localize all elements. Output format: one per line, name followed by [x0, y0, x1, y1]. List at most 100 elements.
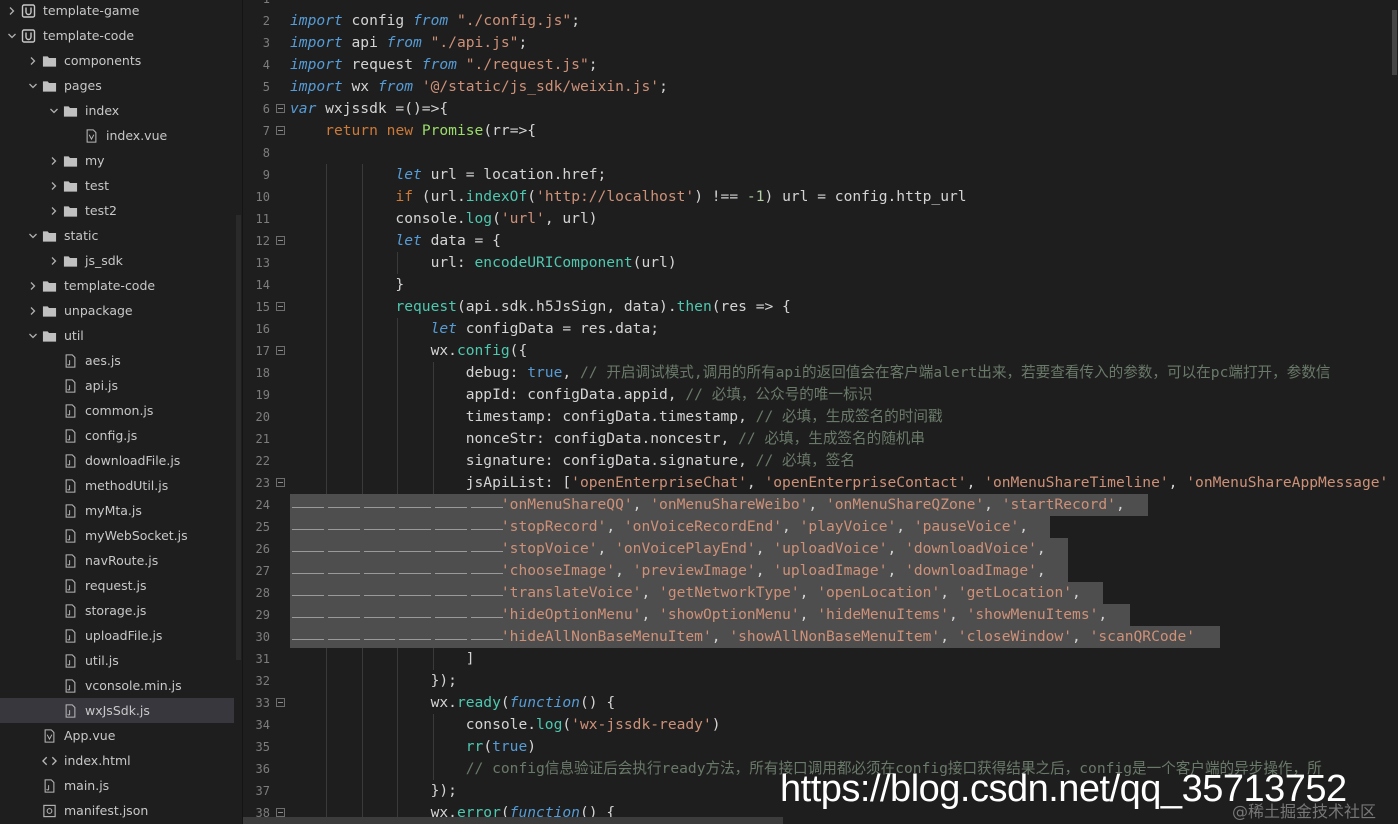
- code-line[interactable]: 28 'translateVoice', 'getNetworkType', '…: [243, 582, 1398, 604]
- tree-item[interactable]: wxJsSdk.js: [0, 698, 234, 723]
- chevron-right-icon[interactable]: [26, 279, 40, 293]
- code-line[interactable]: 21 nonceStr: configData.noncestr, // 必填，…: [243, 428, 1398, 450]
- code-line[interactable]: 34 console.log('wx-jssdk-ready'): [243, 714, 1398, 736]
- code-line[interactable]: 20 timestamp: configData.timestamp, // 必…: [243, 406, 1398, 428]
- chevron-down-icon[interactable]: [26, 329, 40, 343]
- tree-item[interactable]: vconsole.min.js: [0, 673, 234, 698]
- vertical-scrollbar-thumb[interactable]: [1392, 10, 1397, 75]
- vertical-scrollbar[interactable]: [1390, 0, 1398, 824]
- tree-item[interactable]: util: [0, 323, 234, 348]
- sidebar-scrollbar-thumb[interactable]: [236, 215, 241, 660]
- fold-toggle-icon[interactable]: [276, 698, 285, 707]
- tree-item[interactable]: main.js: [0, 773, 234, 798]
- code-line[interactable]: 2 import config from "./config.js";: [243, 10, 1398, 32]
- chevron-down-icon[interactable]: [26, 79, 40, 93]
- tree-item[interactable]: uploadFile.js: [0, 623, 234, 648]
- fold-toggle-icon[interactable]: [276, 236, 285, 245]
- tree-item[interactable]: request.js: [0, 573, 234, 598]
- tree-item[interactable]: template-code: [0, 273, 234, 298]
- code-line[interactable]: 32 });: [243, 670, 1398, 692]
- tree-item[interactable]: App.vue: [0, 723, 234, 748]
- tree-item[interactable]: my: [0, 148, 234, 173]
- tree-item[interactable]: myWebSocket.js: [0, 523, 234, 548]
- fold-toggle-icon[interactable]: [276, 302, 285, 311]
- code-line[interactable]: 14 }: [243, 274, 1398, 296]
- code-line[interactable]: 9 let url = location.href;: [243, 164, 1398, 186]
- chevron-right-icon[interactable]: [5, 4, 19, 18]
- code-line[interactable]: 8: [243, 142, 1398, 164]
- sidebar-scrollbar[interactable]: [234, 0, 242, 824]
- chevron-right-icon[interactable]: [47, 154, 61, 168]
- code-line[interactable]: 12 let data = {: [243, 230, 1398, 252]
- code-line[interactable]: 19 appId: configData.appid, // 必填，公众号的唯一…: [243, 384, 1398, 406]
- chevron-right-icon[interactable]: [26, 304, 40, 318]
- tree-item[interactable]: aes.js: [0, 348, 234, 373]
- tree-item[interactable]: storage.js: [0, 598, 234, 623]
- tree-item[interactable]: components: [0, 48, 234, 73]
- tree-item[interactable]: template-game: [0, 0, 234, 23]
- tree-item[interactable]: index.html: [0, 748, 234, 773]
- chevron-down-icon[interactable]: [26, 229, 40, 243]
- code-line[interactable]: 7 return new Promise(rr=>{: [243, 120, 1398, 142]
- code-line[interactable]: 24 'onMenuShareQQ', 'onMenuShareWeibo', …: [243, 494, 1398, 516]
- chevron-down-icon[interactable]: [47, 104, 61, 118]
- code-line[interactable]: 22 signature: configData.signature, // 必…: [243, 450, 1398, 472]
- fold-toggle-icon[interactable]: [276, 346, 285, 355]
- code-line[interactable]: 23 jsApiList: ['openEnterpriseChat', 'op…: [243, 472, 1398, 494]
- code-line[interactable]: 6 var wxjssdk =()=>{: [243, 98, 1398, 120]
- tree-item[interactable]: api.js: [0, 373, 234, 398]
- code-line[interactable]: 1: [243, 0, 1398, 10]
- code-line[interactable]: 33 wx.ready(function() {: [243, 692, 1398, 714]
- tree-item[interactable]: index: [0, 98, 234, 123]
- code-line[interactable]: 18 debug: true, // 开启调试模式,调用的所有api的返回值会在…: [243, 362, 1398, 384]
- tree-item[interactable]: manifest.json: [0, 798, 234, 823]
- code-line[interactable]: 13 url: encodeURIComponent(url): [243, 252, 1398, 274]
- fold-toggle-icon[interactable]: [276, 126, 285, 135]
- horizontal-scrollbar[interactable]: [243, 817, 783, 824]
- tree-item[interactable]: unpackage: [0, 298, 234, 323]
- code-line[interactable]: 35 rr(true): [243, 736, 1398, 758]
- tree-item[interactable]: pages: [0, 73, 234, 98]
- tree-item[interactable]: template-code: [0, 23, 234, 48]
- code-text: let url = location.href;: [290, 164, 606, 186]
- code-line[interactable]: 5 import wx from '@/static/js_sdk/weixin.…: [243, 76, 1398, 98]
- code-line[interactable]: 27 'chooseImage', 'previewImage', 'uploa…: [243, 560, 1398, 582]
- tree-item[interactable]: index.vue: [0, 123, 234, 148]
- code-token: url = location.href;: [421, 166, 607, 183]
- tree-item[interactable]: methodUtil.js: [0, 473, 234, 498]
- chevron-down-icon[interactable]: [5, 29, 19, 43]
- code-line[interactable]: 26 'stopVoice', 'onVoicePlayEnd', 'uploa…: [243, 538, 1398, 560]
- code-line[interactable]: 3 import api from "./api.js";: [243, 32, 1398, 54]
- code-line[interactable]: 4 import request from "./request.js";: [243, 54, 1398, 76]
- code-line[interactable]: 15 request(api.sdk.h5JsSign, data).then(…: [243, 296, 1398, 318]
- code-line[interactable]: 17 wx.config({: [243, 340, 1398, 362]
- tree-item[interactable]: navRoute.js: [0, 548, 234, 573]
- fold-toggle-icon[interactable]: [276, 104, 285, 113]
- code-line[interactable]: 11 console.log('url', url): [243, 208, 1398, 230]
- code-line[interactable]: 31 ]: [243, 648, 1398, 670]
- code-line[interactable]: 10 if (url.indexOf('http://localhost') !…: [243, 186, 1398, 208]
- code-line[interactable]: 30 'hideAllNonBaseMenuItem', 'showAllNon…: [243, 626, 1398, 648]
- chevron-right-icon[interactable]: [47, 254, 61, 268]
- tree-item[interactable]: js_sdk: [0, 248, 234, 273]
- code-line[interactable]: 29 'hideOptionMenu', 'showOptionMenu', '…: [243, 604, 1398, 626]
- code-token: ,: [755, 562, 774, 579]
- tree-item[interactable]: config.js: [0, 423, 234, 448]
- tree-item[interactable]: test: [0, 173, 234, 198]
- tree-item[interactable]: myMta.js: [0, 498, 234, 523]
- code-line[interactable]: 16 let configData = res.data;: [243, 318, 1398, 340]
- tree-item[interactable]: util.js: [0, 648, 234, 673]
- chevron-right-icon[interactable]: [47, 179, 61, 193]
- tree-item[interactable]: static: [0, 223, 234, 248]
- tree-item[interactable]: downloadFile.js: [0, 448, 234, 473]
- tree-item[interactable]: test2: [0, 198, 234, 223]
- code-line[interactable]: 25 'stopRecord', 'onVoiceRecordEnd', 'pl…: [243, 516, 1398, 538]
- chevron-right-icon[interactable]: [26, 54, 40, 68]
- chevron-right-icon[interactable]: [47, 204, 61, 218]
- tree-item[interactable]: common.js: [0, 398, 234, 423]
- fold-toggle-icon[interactable]: [276, 478, 285, 487]
- code-editor[interactable]: 12import config from "./config.js";3impo…: [243, 0, 1398, 824]
- fold-toggle-icon[interactable]: [276, 808, 285, 817]
